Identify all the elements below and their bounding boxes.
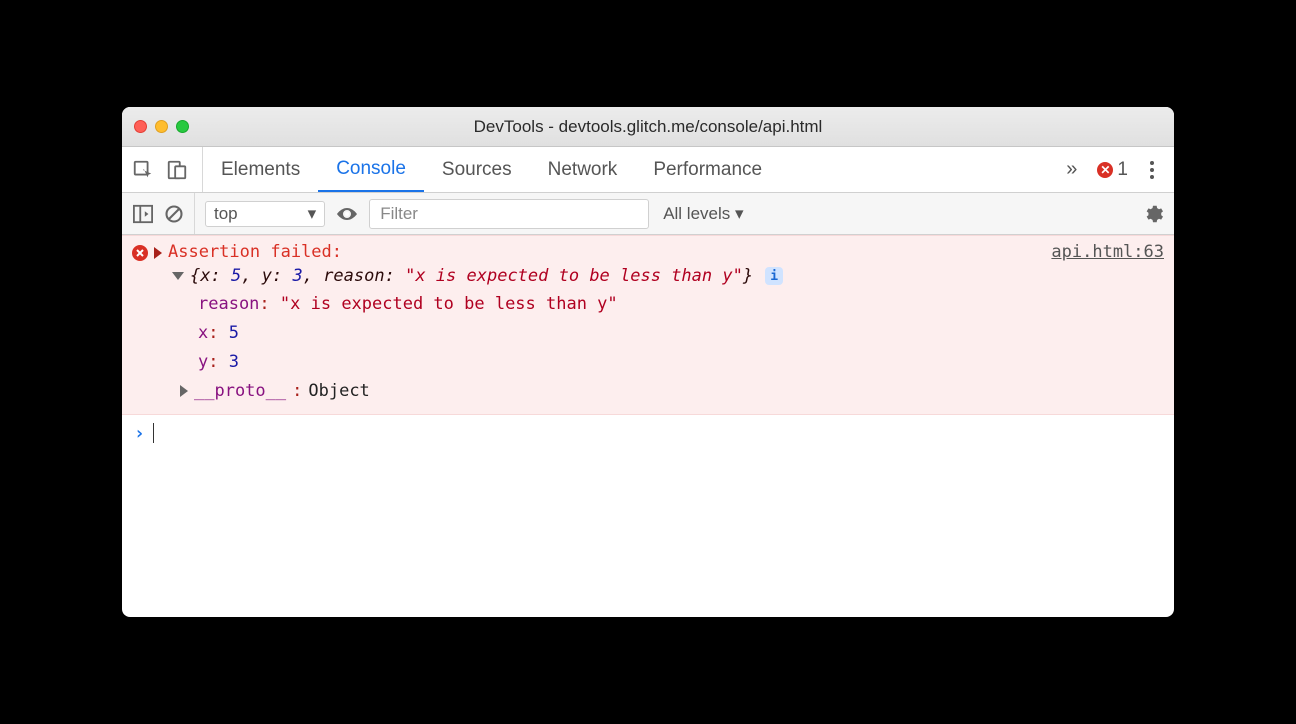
window-title: DevTools - devtools.glitch.me/console/ap… xyxy=(122,117,1174,137)
prop-row-y[interactable]: y: 3 xyxy=(198,348,1164,377)
collapse-toggle-icon[interactable] xyxy=(172,272,184,280)
error-count: 1 xyxy=(1117,159,1128,181)
prop-row-reason[interactable]: reason: "x is expected to be less than y… xyxy=(198,290,1164,319)
console-prompt[interactable]: › xyxy=(122,415,1174,452)
tab-elements[interactable]: Elements xyxy=(203,147,318,192)
expand-toggle-icon[interactable] xyxy=(154,247,162,259)
prop-key: y xyxy=(198,352,208,372)
preview-val-x: 5 xyxy=(231,266,241,286)
log-levels-dropdown[interactable]: All levels ▾ xyxy=(663,204,743,224)
kebab-menu-button[interactable] xyxy=(1140,161,1164,179)
source-link[interactable]: api.html:63 xyxy=(1051,242,1164,262)
prop-val: "x is expected to be less than y" xyxy=(280,294,618,314)
proto-key: __proto__ xyxy=(194,377,286,406)
overflow-tabs-button[interactable]: » xyxy=(1058,158,1085,181)
inspect-element-icon[interactable] xyxy=(132,159,154,181)
tab-console[interactable]: Console xyxy=(318,147,424,192)
panel-tabbar: Elements Console Sources Network Perform… xyxy=(122,147,1174,193)
prop-val: 5 xyxy=(229,323,239,343)
console-error-entry: Assertion failed: api.html:63 {x: 5, y: … xyxy=(122,235,1174,415)
error-count-badge[interactable]: ✕ 1 xyxy=(1097,159,1128,181)
chevron-down-icon: ▾ xyxy=(308,204,317,224)
devtools-window: DevTools - devtools.glitch.me/console/ap… xyxy=(122,107,1174,617)
device-toolbar-icon[interactable] xyxy=(166,159,188,181)
prop-row-proto[interactable]: __proto__: Object xyxy=(180,377,1164,406)
brace: } xyxy=(743,266,753,286)
preview-val-reason: "x is expected to be less than y" xyxy=(405,266,743,286)
object-properties: reason: "x is expected to be less than y… xyxy=(132,286,1164,406)
titlebar: DevTools - devtools.glitch.me/console/ap… xyxy=(122,107,1174,147)
tab-sources[interactable]: Sources xyxy=(424,147,530,192)
live-expression-icon[interactable] xyxy=(335,205,359,223)
context-label: top xyxy=(214,204,238,224)
text-cursor xyxy=(153,423,154,443)
console-sidebar-toggle-icon[interactable] xyxy=(132,204,154,224)
tab-network[interactable]: Network xyxy=(530,147,636,192)
console-output: Assertion failed: api.html:63 {x: 5, y: … xyxy=(122,235,1174,617)
prop-key: reason xyxy=(198,294,259,314)
console-toolbar: top ▾ All levels ▾ xyxy=(122,193,1174,235)
preview-key-y: y xyxy=(262,266,272,286)
expand-toggle-icon[interactable] xyxy=(180,385,188,397)
object-preview[interactable]: {x: 5, y: 3, reason: "x is expected to b… xyxy=(190,266,753,286)
clear-console-icon[interactable] xyxy=(164,204,184,224)
preview-val-y: 3 xyxy=(292,266,302,286)
proto-val: Object xyxy=(308,377,369,406)
error-icon: ✕ xyxy=(1097,162,1113,178)
prompt-caret-icon: › xyxy=(134,423,145,444)
error-icon xyxy=(132,245,148,261)
prop-row-x[interactable]: x: 5 xyxy=(198,319,1164,348)
preview-key-reason: reason xyxy=(323,266,384,286)
tab-performance[interactable]: Performance xyxy=(635,147,780,192)
execution-context-selector[interactable]: top ▾ xyxy=(205,201,325,227)
filter-input[interactable] xyxy=(369,199,649,229)
assertion-failed-label: Assertion failed: xyxy=(168,242,342,262)
prop-key: x xyxy=(198,323,208,343)
brace: { xyxy=(190,266,200,286)
gear-icon[interactable] xyxy=(1142,203,1164,225)
info-icon[interactable]: i xyxy=(765,267,783,285)
prop-val: 3 xyxy=(229,352,239,372)
preview-key-x: x xyxy=(200,266,210,286)
